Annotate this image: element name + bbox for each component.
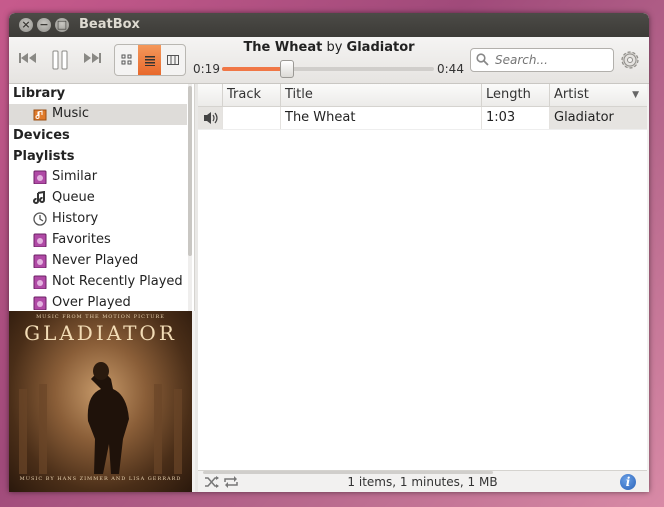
music-note-icon xyxy=(33,191,46,205)
sidebar-item-label: Not Recently Played xyxy=(52,274,183,289)
now-playing-by: by xyxy=(326,40,343,55)
sidebar-scrollbar-thumb[interactable] xyxy=(188,86,192,256)
sidebar-item-not-recently-played[interactable]: Not Recently Played xyxy=(9,272,187,293)
sidebar: Library Music Devices Playlists Similar … xyxy=(9,84,195,311)
view-switcher xyxy=(114,44,186,76)
cell-artist: Gladiator xyxy=(550,107,647,129)
album-art: MUSIC FROM THE MOTION PICTURE GLADIATOR … xyxy=(9,311,192,492)
pause-button[interactable] xyxy=(47,46,73,72)
sidebar-section-library[interactable]: Library xyxy=(13,86,65,101)
sidebar-item-label: History xyxy=(52,211,99,226)
now-playing-track: The Wheat xyxy=(243,40,323,55)
smart-playlist-icon xyxy=(33,170,47,184)
album-art-top-text: MUSIC FROM THE MOTION PICTURE xyxy=(36,314,165,320)
gladiator-figure-image xyxy=(19,362,182,474)
sidebar-scrollbar[interactable] xyxy=(188,84,192,311)
info-icon[interactable]: i xyxy=(620,474,636,490)
beatbox-window: × − □ BeatBox The Wheat by Gladiator 0:1… xyxy=(9,13,649,492)
status-summary: 1 items, 1 minutes, 1 MB xyxy=(347,475,498,489)
sidebar-item-label: Similar xyxy=(52,169,98,184)
sidebar-section-devices[interactable]: Devices xyxy=(13,128,70,143)
column-header-icon[interactable] xyxy=(198,84,223,106)
sidebar-item-queue[interactable]: Queue xyxy=(9,188,187,209)
title-bar: × − □ BeatBox xyxy=(9,13,649,37)
seek-bar-fill xyxy=(222,67,286,71)
next-icon xyxy=(84,53,101,63)
sidebar-item-label: Favorites xyxy=(52,232,111,247)
next-button[interactable] xyxy=(79,46,105,72)
now-playing-cell xyxy=(198,107,223,129)
music-library-icon xyxy=(33,109,47,121)
sidebar-item-never-played[interactable]: Never Played xyxy=(9,251,187,272)
sidebar-item-music[interactable]: Music xyxy=(9,104,187,125)
column-header-track[interactable]: Track xyxy=(223,84,281,106)
previous-icon xyxy=(19,53,36,63)
sidebar-item-history[interactable]: History xyxy=(9,209,187,230)
window-title: BeatBox xyxy=(79,17,140,32)
pause-icon xyxy=(52,50,68,70)
minimize-window-button[interactable]: − xyxy=(37,18,51,32)
column-view-button[interactable] xyxy=(161,45,184,75)
search-icon xyxy=(476,53,489,66)
sidebar-item-similar[interactable]: Similar xyxy=(9,167,187,188)
smart-playlist-icon xyxy=(33,275,47,289)
sidebar-item-favorites[interactable]: Favorites xyxy=(9,230,187,251)
column-header-title[interactable]: Title xyxy=(281,84,482,106)
cell-length: 1:03 xyxy=(482,107,550,129)
seek-handle[interactable] xyxy=(280,60,294,78)
column-header-artist[interactable]: Artist ▼ xyxy=(550,84,647,106)
close-window-button[interactable]: × xyxy=(19,18,33,32)
search-input[interactable] xyxy=(493,51,609,69)
horizontal-scrollbar[interactable] xyxy=(203,471,493,474)
sidebar-item-over-played[interactable]: Over Played xyxy=(9,293,187,311)
list-view-button[interactable] xyxy=(138,45,161,75)
gear-icon xyxy=(621,51,639,69)
settings-button[interactable] xyxy=(619,49,641,75)
sidebar-item-label: Never Played xyxy=(52,253,139,268)
now-playing-label: The Wheat by Gladiator xyxy=(189,40,469,55)
column-header-artist-label: Artist xyxy=(554,87,589,102)
cell-title: The Wheat xyxy=(281,107,482,129)
history-clock-icon xyxy=(33,212,47,226)
cell-track xyxy=(223,107,281,129)
smart-playlist-icon xyxy=(33,296,47,310)
track-list: Track Title Length Artist ▼ The Wheat 1:… xyxy=(198,84,647,470)
status-bar: 1 items, 1 minutes, 1 MB i xyxy=(198,470,647,492)
sort-descending-icon: ▼ xyxy=(632,90,639,100)
smart-playlist-icon xyxy=(33,254,47,268)
elapsed-time: 0:19 xyxy=(193,62,220,76)
speaker-playing-icon xyxy=(204,112,218,124)
remaining-time: 0:44 xyxy=(437,62,464,76)
smart-playlist-icon xyxy=(33,233,47,247)
album-art-bottom-text: MUSIC BY HANS ZIMMER AND LISA GERRARD xyxy=(19,476,182,482)
track-list-header: Track Title Length Artist ▼ xyxy=(198,84,647,107)
seek-bar[interactable] xyxy=(222,67,434,71)
search-box[interactable] xyxy=(470,48,614,72)
grid-view-button[interactable] xyxy=(115,45,138,75)
table-row[interactable]: The Wheat 1:03 Gladiator xyxy=(198,107,647,130)
column-view-icon xyxy=(166,55,179,65)
grid-view-icon xyxy=(121,54,131,65)
list-view-icon xyxy=(144,56,155,66)
column-header-length[interactable]: Length xyxy=(482,84,550,106)
sidebar-item-label: Music xyxy=(52,106,89,121)
now-playing-artist: Gladiator xyxy=(346,40,415,55)
maximize-window-button[interactable]: □ xyxy=(55,18,69,32)
toolbar: The Wheat by Gladiator 0:19 0:44 xyxy=(9,37,649,84)
sidebar-section-playlists[interactable]: Playlists xyxy=(13,149,74,164)
sidebar-item-label: Queue xyxy=(52,190,95,205)
sidebar-item-label: Over Played xyxy=(52,295,131,310)
previous-button[interactable] xyxy=(15,46,41,72)
album-art-title: GLADIATOR xyxy=(24,321,177,345)
